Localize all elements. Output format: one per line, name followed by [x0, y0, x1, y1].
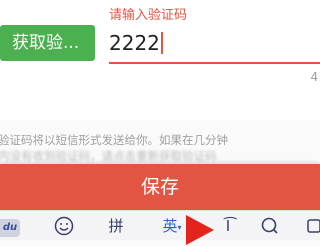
- search-icon[interactable]: [258, 211, 282, 241]
- code-field-label: 请输入验证码: [109, 4, 187, 23]
- code-input[interactable]: 2222: [109, 28, 320, 58]
- code-input-value: 2222: [109, 31, 160, 55]
- char-counter: 4 /: [311, 70, 320, 84]
- get-code-button[interactable]: 获取验...: [0, 25, 95, 61]
- cursor-key[interactable]: I͡: [216, 211, 240, 241]
- keyboard-toolbar: du 拼 英▾ I͡: [0, 210, 320, 240]
- pinyin-mode-key[interactable]: 拼: [104, 211, 128, 241]
- chevron-down-icon: ▾: [178, 223, 182, 232]
- play-icon: [186, 215, 214, 245]
- save-button[interactable]: 保存: [0, 164, 320, 210]
- sms-hint-line-2: 内没有收到验证码，请点击重新获取验证码: [0, 148, 320, 164]
- text-caret: [161, 32, 163, 54]
- code-input-underline: [109, 62, 320, 64]
- form-area: 获取验... 请输入验证码 2222 4 /: [0, 0, 320, 120]
- sms-hint: 验证码将以短信形式发送给你。如果在几分钟 内没有收到验证码，请点击重新获取验证码: [0, 132, 320, 164]
- more-icon[interactable]: [304, 211, 320, 241]
- baidu-ime-logo-icon[interactable]: du: [0, 219, 20, 237]
- english-mode-label: 英: [162, 217, 177, 235]
- sms-hint-line-1: 验证码将以短信形式发送给你。如果在几分钟: [0, 132, 320, 148]
- smiley-icon[interactable]: [52, 211, 76, 241]
- english-mode-key[interactable]: 英▾: [156, 211, 188, 241]
